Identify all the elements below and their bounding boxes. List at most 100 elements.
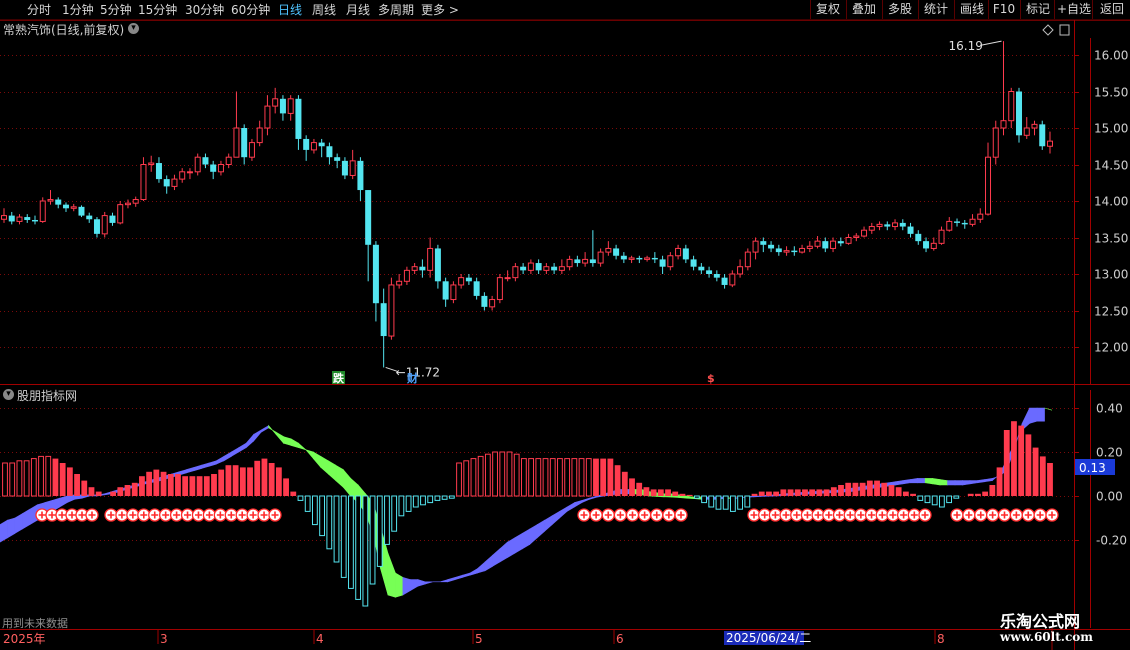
candle-body — [620, 255, 627, 260]
candle-body — [543, 266, 550, 271]
price-axis-label: 13.50 — [1094, 232, 1128, 246]
candle-body — [1039, 124, 1046, 147]
candle-body — [148, 162, 155, 165]
histogram-bar — [708, 495, 715, 508]
ribbon-segment — [216, 455, 225, 465]
histogram-bar — [938, 495, 945, 508]
candle-body — [651, 257, 658, 260]
histogram-bar — [211, 474, 217, 496]
candle-body — [551, 266, 558, 271]
candle-body — [628, 257, 635, 260]
histogram-bar — [492, 451, 498, 497]
histogram-bar — [888, 485, 895, 496]
histogram-bar — [593, 458, 599, 496]
histogram-bar — [23, 460, 30, 497]
histogram-bar — [117, 487, 124, 496]
candle-body — [326, 146, 333, 158]
candle-body — [558, 266, 565, 271]
candle-body — [923, 241, 930, 249]
candle-body — [272, 98, 279, 107]
date-axis-month: 8 — [937, 632, 945, 646]
histogram-bar — [917, 495, 924, 501]
histogram-bar — [333, 495, 340, 563]
histogram-bar — [254, 460, 261, 496]
ribbon-segment — [268, 424, 277, 436]
ribbon-segment — [484, 554, 493, 572]
indicator-axis-label: 0.00 — [1096, 490, 1123, 504]
ribbon-segment — [447, 576, 456, 583]
candle-body — [884, 224, 891, 227]
ribbon-segment — [954, 480, 963, 486]
candle-body — [403, 269, 410, 282]
histogram-bar — [701, 495, 707, 504]
price-axis-label: 15.50 — [1094, 86, 1128, 100]
candle-body — [481, 295, 488, 307]
ribbon-segment — [1036, 407, 1045, 422]
candle-body — [8, 215, 15, 222]
candle-body — [597, 251, 604, 264]
histogram-bar — [326, 495, 333, 550]
ribbon-segment — [895, 480, 904, 486]
histogram-bar — [225, 465, 232, 496]
candle-body — [721, 277, 728, 285]
histogram-bar — [924, 495, 931, 504]
histogram-bar — [247, 467, 253, 496]
candle-body — [434, 248, 441, 282]
cursor-date-label: 2025/06/24/二 — [726, 631, 811, 645]
candle-body — [349, 160, 356, 176]
histogram-bar — [823, 489, 830, 496]
histogram-bar — [355, 495, 362, 600]
candle-body — [241, 128, 248, 158]
histogram-bar — [766, 491, 772, 496]
histogram-bar — [290, 491, 297, 496]
histogram-bar — [874, 480, 880, 496]
candle-body — [799, 247, 806, 253]
candle-body — [930, 242, 937, 249]
ribbon-segment — [454, 574, 463, 581]
histogram-bar — [744, 495, 751, 508]
histogram-bar — [146, 471, 153, 496]
candle-body — [690, 259, 697, 267]
histogram-bar — [1011, 421, 1017, 496]
ribbon-segment — [290, 438, 299, 449]
histogram-bar — [621, 471, 628, 496]
candle-body — [202, 157, 209, 165]
histogram-bar — [571, 458, 578, 497]
histogram-bar — [499, 451, 506, 497]
ribbon-segment — [559, 506, 568, 519]
histogram-bar — [982, 491, 989, 496]
histogram-bar — [9, 462, 16, 497]
candle-body — [985, 156, 992, 215]
date-axis-year: 2025年 — [3, 632, 46, 646]
candle-body — [969, 218, 976, 225]
ribbon-segment — [477, 561, 486, 574]
candle-body — [264, 105, 271, 129]
candle-body — [659, 259, 666, 267]
candle-body — [101, 215, 108, 235]
indicator-axis-label: 0.40 — [1096, 402, 1123, 416]
candle-body — [124, 202, 131, 206]
candle-body — [47, 199, 54, 202]
candle-body — [814, 240, 821, 247]
histogram-bar — [297, 495, 304, 501]
candle-body — [830, 240, 837, 249]
candle-body — [520, 266, 527, 271]
histogram-bar — [830, 487, 837, 496]
ribbon-segment — [947, 480, 956, 486]
histogram-bar — [585, 458, 592, 497]
ribbon-segment — [410, 579, 419, 592]
candle-body — [279, 98, 286, 114]
histogram-bar — [484, 453, 491, 497]
candle-body — [450, 284, 457, 301]
candle-body — [31, 219, 38, 222]
histogram-bar — [657, 489, 664, 496]
candle-body — [233, 127, 240, 158]
histogram-bar — [931, 495, 938, 506]
ribbon-segment — [193, 464, 202, 472]
candle-body — [217, 164, 224, 173]
ribbon-segment — [186, 466, 195, 474]
candle-body — [411, 266, 418, 271]
ribbon-segment — [283, 436, 292, 446]
main-chart[interactable]: 16.00 15.50 15.00 14.50 14.00 13.50 13.00 12.50… — [0, 0, 1130, 650]
ribbon-segment — [335, 464, 344, 488]
